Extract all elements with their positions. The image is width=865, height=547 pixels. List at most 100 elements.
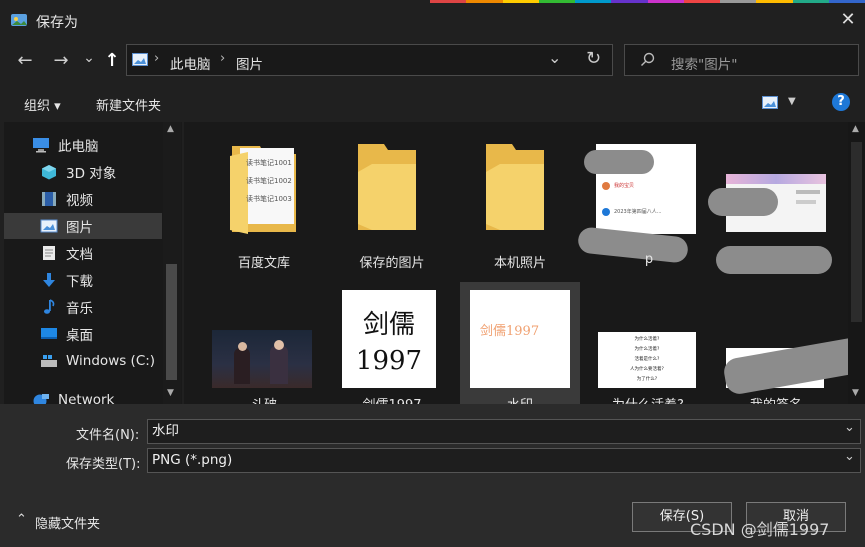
thumb-line: 为了什么? (636, 377, 658, 382)
picture-icon (40, 219, 58, 233)
avatar (602, 208, 610, 216)
thumbnail-bar (796, 190, 820, 194)
cube-icon (42, 165, 56, 180)
organize-button[interactable]: 组织 ▾ (24, 95, 61, 114)
filetype-select[interactable]: PNG (*.png) (147, 448, 861, 473)
folder-preview-text: 读书笔记1001 读书笔记1002 读书笔记1003 (246, 154, 292, 208)
forward-icon[interactable]: → (46, 40, 76, 82)
breadcrumb-separator: › (220, 51, 226, 66)
sidebar-item-music[interactable]: 音乐 (40, 294, 182, 320)
hide-folders-icon[interactable]: ⌃ (16, 512, 27, 527)
file-item-my-signature[interactable]: 我的签名 (716, 286, 848, 404)
folder-icon (486, 144, 544, 230)
file-list: 读书笔记1001 读书笔记1002 读书笔记1003 百度文库 保存的图片 本机… (184, 122, 848, 404)
thumb-line: 2023年第四届八人... (614, 209, 662, 215)
filetype-dropdown-icon[interactable]: ⌄ (844, 449, 855, 464)
preview-line: 读书笔记1003 (246, 195, 292, 203)
calligraphy-line: 剑儒 (362, 310, 415, 340)
image-thumbnail: 剑儒 1997 (342, 290, 436, 388)
image-thumbnail: 剑儒1997 (470, 290, 570, 388)
view-options-icon[interactable] (762, 96, 778, 109)
scroll-down-icon[interactable]: ▼ (852, 388, 859, 398)
file-label: 我的签名 (716, 394, 836, 404)
sidebar-item-3d-objects[interactable]: 3D 对象 (40, 159, 182, 185)
figure-face (274, 340, 284, 350)
file-item-watermark[interactable]: 剑儒1997 水印 (460, 282, 580, 404)
thumb-line: 活着是什么? (634, 357, 660, 362)
sidebar-item-desktop[interactable]: 桌面 (40, 321, 182, 347)
figure-silhouette (234, 348, 250, 384)
sidebar-item-this-pc[interactable]: 此电脑 (32, 132, 182, 158)
filename-field[interactable]: 水印 (147, 419, 861, 444)
file-item-doupo[interactable]: 斗破 (204, 286, 324, 404)
close-icon[interactable]: ✕ (838, 10, 858, 30)
file-item-jianru1997[interactable]: 剑儒 1997 剑儒 1997 (332, 286, 452, 404)
recent-locations-icon[interactable]: ⌄ (80, 37, 98, 79)
sidebar-item-documents[interactable]: 文档 (40, 240, 182, 266)
csdn-watermark: CSDN @剑儒1997 (690, 520, 830, 539)
thumb-line: 为什么活着? (634, 337, 660, 342)
breadcrumb-separator: › (154, 51, 160, 66)
app-icon (11, 14, 27, 26)
file-label: 斗破 (204, 394, 324, 404)
breadcrumb-item-pictures[interactable]: 图片 (236, 53, 263, 73)
sidebar-scrollbar[interactable]: ▲ ▼ (163, 122, 181, 404)
scroll-up-icon[interactable]: ▲ (852, 124, 859, 134)
calligraphy-line: 1997 (355, 346, 423, 376)
scroll-up-icon[interactable]: ▲ (167, 124, 174, 134)
filename-label: 文件名(N): (76, 428, 140, 443)
new-folder-button[interactable]: 新建文件夹 (96, 95, 161, 114)
image-thumbnail (212, 330, 312, 388)
help-icon[interactable]: ? (832, 93, 850, 111)
video-icon (42, 192, 56, 206)
hide-folders-button[interactable]: 隐藏文件夹 (35, 513, 100, 532)
up-icon[interactable]: ↑ (100, 40, 124, 82)
view-dropdown-icon[interactable]: ▼ (788, 96, 796, 107)
file-item-saved-pictures[interactable]: 保存的图片 (332, 132, 452, 282)
file-label: 保存的图片 (359, 256, 425, 271)
document-icon (43, 246, 55, 260)
sidebar-item-label: 3D 对象 (66, 166, 117, 182)
scroll-down-icon[interactable]: ▼ (167, 388, 174, 398)
sidebar-item-downloads[interactable]: 下载 (40, 267, 182, 293)
preview-line: 读书笔记1002 (246, 177, 292, 185)
figure-face (238, 342, 247, 351)
redaction-blur (708, 188, 778, 216)
drive-icon (41, 355, 57, 367)
background-color-strip (430, 0, 865, 3)
figure-silhouette (270, 346, 288, 384)
watermark-text: 剑儒1997 (480, 324, 540, 339)
file-label: p (644, 252, 654, 267)
sidebar-item-label: Network (58, 392, 115, 404)
file-list-scroll-thumb[interactable] (851, 142, 862, 322)
refresh-icon[interactable]: ↻ (586, 48, 601, 69)
file-item-screenshot-1[interactable]: 我的宝贝 2023年第四届八人... p (576, 132, 704, 282)
sidebar-item-label: Windows (C:) (66, 353, 156, 369)
thumb-line: 为什么活着? (634, 347, 660, 352)
folder-icon (358, 144, 416, 230)
address-dropdown-icon[interactable]: ⌄ (548, 48, 561, 67)
file-item-baidu-wenku[interactable]: 读书笔记1001 读书笔记1002 读书笔记1003 百度文库 (204, 132, 324, 282)
search-box[interactable] (624, 44, 859, 76)
redaction-blur (584, 150, 654, 174)
sidebar-item-videos[interactable]: 视频 (40, 186, 182, 212)
file-list-scrollbar[interactable]: ▲ ▼ (848, 122, 865, 404)
sidebar-item-label: 音乐 (66, 301, 93, 317)
desktop-icon (41, 328, 57, 339)
sidebar-scroll-thumb[interactable] (166, 264, 177, 380)
thumb-line: 我的宝贝 (614, 183, 635, 189)
breadcrumb-item-this-pc[interactable]: 此电脑 (170, 53, 211, 73)
sidebar-item-pictures[interactable]: 图片 (4, 213, 162, 239)
back-icon[interactable]: ← (10, 40, 40, 82)
file-label: 百度文库 (237, 256, 290, 271)
title-bar (0, 0, 865, 40)
file-label: 为什么活着? (588, 394, 708, 404)
filename-dropdown-icon[interactable]: ⌄ (844, 420, 855, 435)
file-item-screenshot-2[interactable] (708, 132, 832, 282)
sidebar-item-network[interactable]: Network (32, 387, 182, 404)
file-item-local-photos[interactable]: 本机照片 (460, 132, 580, 282)
file-item-why-live[interactable]: 为什么活着? 为什么活着? 活着是什么? 人为什么要活着? 为了什么? 为什么活… (588, 286, 708, 404)
sidebar-item-windows-c[interactable]: Windows (C:) (40, 348, 170, 374)
sidebar-item-label: 文档 (66, 247, 93, 263)
thumbnail-bar (796, 200, 816, 204)
